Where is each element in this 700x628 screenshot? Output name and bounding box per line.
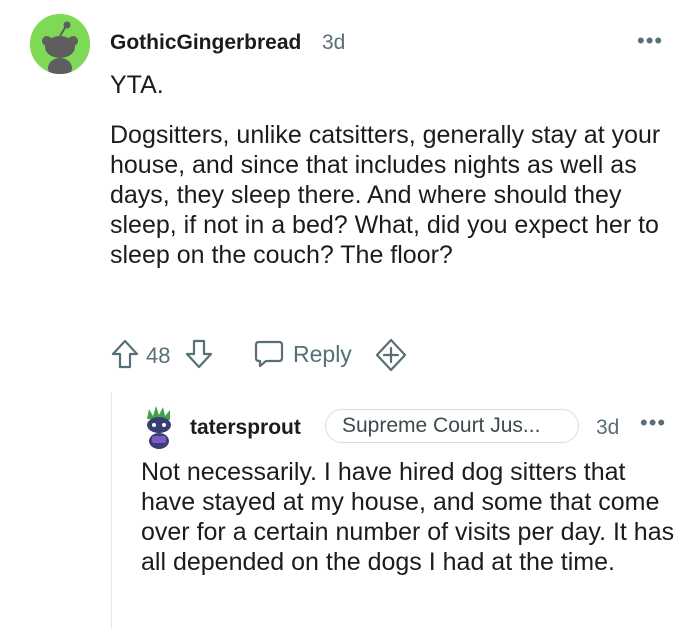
avatar[interactable]	[30, 14, 90, 74]
award-plus-icon	[375, 338, 407, 372]
snoo-avatar-icon	[147, 406, 171, 449]
reply-button[interactable]: Reply	[253, 336, 352, 372]
user-flair: Supreme Court Jus...	[325, 409, 579, 443]
arrow-down-icon	[185, 339, 213, 369]
comment-verdict: YTA.	[110, 71, 164, 99]
reply-author[interactable]: tatersprout	[190, 416, 301, 440]
more-options-icon[interactable]: •••	[640, 410, 666, 436]
avatar[interactable]	[141, 405, 177, 449]
comment-author[interactable]: GothicGingerbread	[110, 31, 301, 55]
reply-body: Not necessarily. I have hired dog sitter…	[141, 458, 675, 576]
arrow-up-icon	[111, 339, 139, 369]
comment-body: Dogsitters, unlike catsitters, generally…	[110, 121, 661, 269]
award-button[interactable]	[374, 338, 408, 372]
thread-line[interactable]	[111, 392, 112, 628]
flair-text: Supreme Court Jus...	[342, 414, 541, 437]
reply-timestamp: 3d	[596, 416, 620, 439]
downvote-button[interactable]	[184, 338, 214, 370]
comment-bubble-icon	[254, 340, 284, 368]
more-options-icon[interactable]: •••	[637, 28, 663, 54]
vote-score: 48	[146, 343, 171, 368]
comment-timestamp: 3d	[322, 31, 346, 54]
reply-label: Reply	[293, 340, 352, 367]
upvote-button[interactable]	[110, 338, 140, 370]
snoo-avatar-icon	[30, 14, 90, 74]
